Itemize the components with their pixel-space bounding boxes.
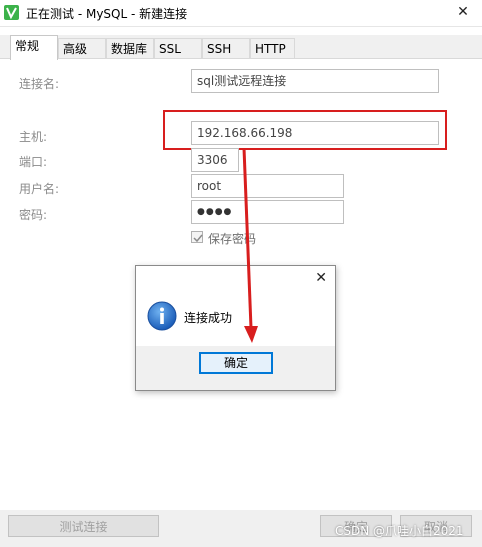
tab-strip: 常规 高级 数据库 SSL SSH HTTP [0, 35, 482, 60]
password-label: 密码: [19, 208, 48, 222]
tab-label: SSH [207, 42, 232, 56]
port-input[interactable]: 3306 [191, 148, 239, 172]
tab-general[interactable]: 常规 [10, 35, 58, 60]
tab-ssl[interactable]: SSL [154, 38, 202, 58]
username-input[interactable]: root [191, 174, 344, 198]
dialog-message: 连接成功 [184, 311, 233, 325]
connection-name-input[interactable]: sql测试远程连接 [191, 69, 439, 93]
tab-label: 高级 [63, 42, 88, 56]
window-title: 正在测试 - MySQL - 新建连接 [26, 7, 188, 21]
tab-label: SSL [159, 42, 181, 56]
port-label: 端口: [19, 155, 48, 169]
host-label: 主机: [19, 130, 48, 144]
save-password-label: 保存密码 [208, 232, 257, 246]
csdn-watermark: CSDN @爪哇小白2021 [335, 524, 464, 538]
host-input[interactable]: 192.168.66.198 [191, 121, 439, 145]
dialog-body: 连接成功 [136, 296, 335, 346]
dialog-footer: 确定 [136, 346, 335, 390]
tab-database[interactable]: 数据库 [106, 38, 154, 58]
info-icon [147, 301, 177, 331]
checkmark-icon [193, 234, 203, 243]
title-bar: 正在测试 - MySQL - 新建连接 ✕ [0, 0, 482, 27]
tab-label: HTTP [255, 42, 286, 56]
window-close-icon[interactable]: ✕ [454, 3, 472, 21]
tab-label: 数据库 [111, 42, 148, 56]
username-label: 用户名: [19, 182, 60, 196]
tab-ssh[interactable]: SSH [202, 38, 250, 58]
tab-label: 常规 [15, 39, 40, 53]
dialog-close-icon[interactable]: ✕ [315, 270, 327, 286]
test-connection-button[interactable]: 测试连接 [8, 515, 159, 537]
dialog-ok-button[interactable]: 确定 [199, 352, 273, 374]
connection-success-dialog: ✕ 连接成功 确定 [135, 265, 336, 391]
save-password-checkbox[interactable] [191, 231, 203, 243]
connection-name-label: 连接名: [19, 77, 60, 91]
tab-http[interactable]: HTTP [250, 38, 295, 58]
navicat-app-icon [4, 5, 19, 20]
tab-advanced[interactable]: 高级 [58, 38, 106, 58]
password-input[interactable]: ●●●● [191, 200, 344, 224]
